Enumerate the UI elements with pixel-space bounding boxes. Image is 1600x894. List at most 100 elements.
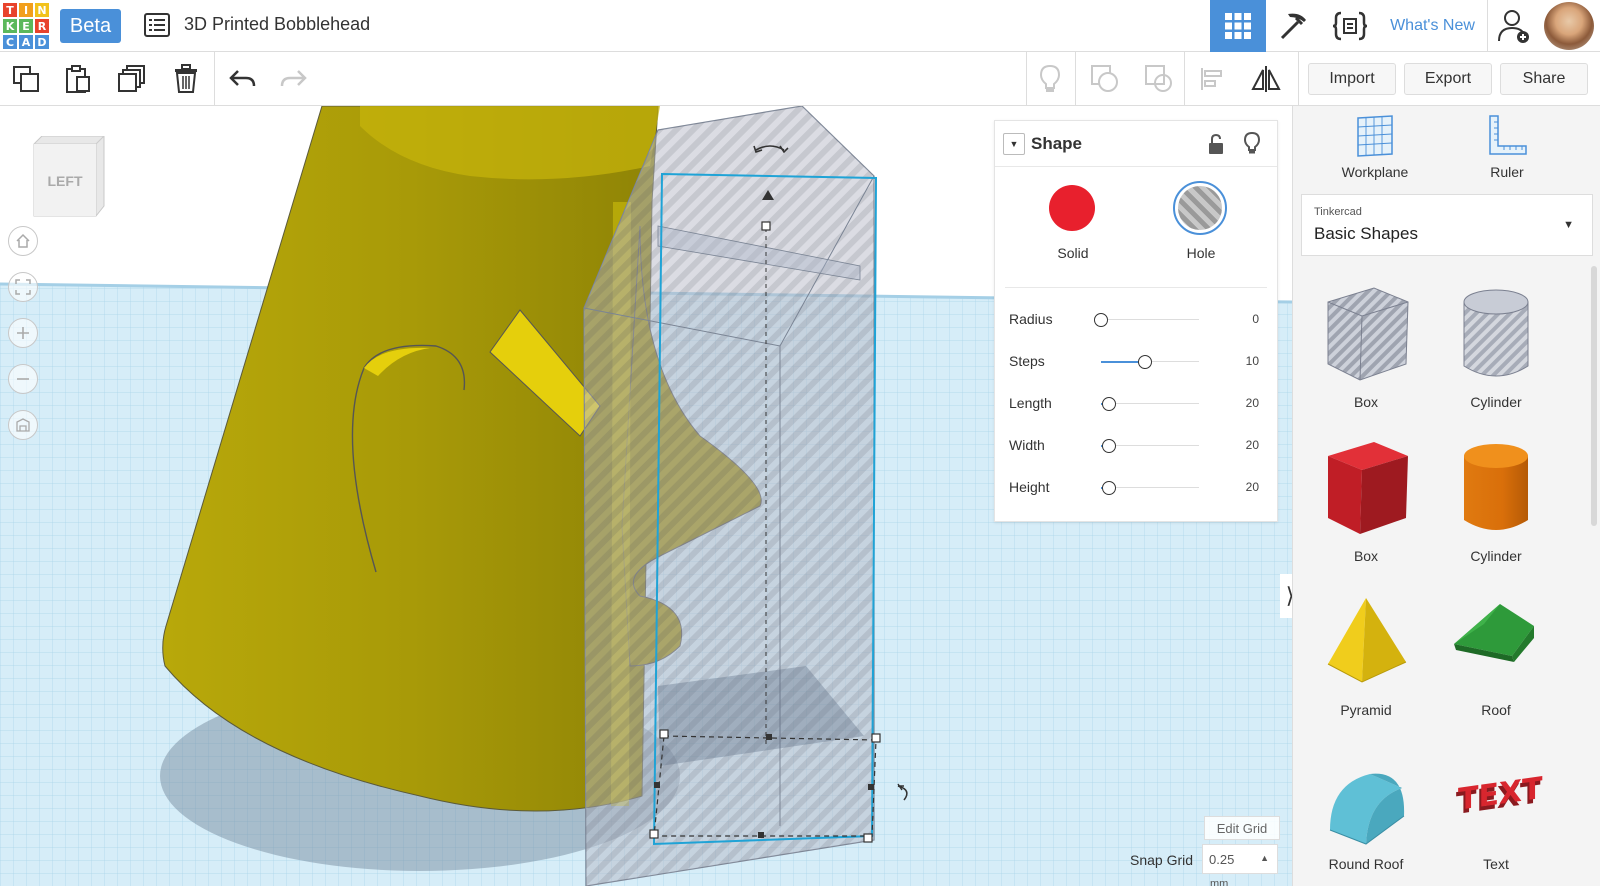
bricks-view-button[interactable] (1266, 0, 1322, 52)
shapes-panel: Workplane Ruler Tinkercad Basic Shapes ▼… (1292, 106, 1600, 886)
category-name: Basic Shapes (1314, 224, 1418, 243)
shape-label: Cylinder (1470, 548, 1522, 564)
corner-handle[interactable] (871, 733, 881, 743)
logo-letter: C (2, 34, 18, 50)
toolbar-divider (1184, 52, 1185, 106)
group-button[interactable] (1088, 62, 1122, 96)
3d-workplane-viewport[interactable]: LEFT ▼ Shape Solid Hole Radius 0 Steps 1… (0, 106, 1292, 886)
inspector-title: Shape (1031, 134, 1083, 153)
shape-label: Roof (1481, 702, 1511, 718)
cylinder-hole-icon (1463, 289, 1529, 377)
shape-tile-roof[interactable]: Roof (1431, 590, 1561, 740)
edit-grid-button[interactable]: Edit Grid (1204, 816, 1280, 840)
copy-icon (13, 66, 39, 92)
codeblocks-view-button[interactable] (1322, 0, 1378, 52)
edge-handle[interactable] (868, 784, 874, 790)
property-slider-knob[interactable] (1094, 313, 1108, 327)
ungroup-button[interactable] (1142, 62, 1176, 96)
edge-handle[interactable] (758, 832, 764, 838)
shape-tile-text[interactable]: TEXT TEXT Text (1431, 744, 1561, 894)
bobblehead-model[interactable] (162, 106, 659, 812)
shape-tile-box-hole[interactable]: Box (1301, 282, 1431, 432)
property-slider-knob[interactable] (1101, 481, 1116, 495)
property-value[interactable]: 20 (1246, 438, 1259, 452)
hole-pattern-icon (1178, 186, 1222, 230)
property-value[interactable]: 20 (1246, 480, 1259, 494)
tinkercad-logo[interactable]: T I N K E R C A D (2, 2, 50, 50)
property-label: Height (1009, 479, 1050, 495)
corner-handle[interactable] (649, 829, 659, 839)
property-label: Length (1009, 395, 1052, 411)
zoom-in-button[interactable] (8, 318, 38, 348)
user-avatar[interactable] (1544, 2, 1594, 50)
solid-label: Solid (1057, 245, 1089, 261)
shape-tile-cylinder[interactable]: Cylinder (1431, 436, 1561, 586)
category-source: Tinkercad (1314, 206, 1362, 218)
property-label: Steps (1009, 353, 1045, 369)
shape-tile-box[interactable]: Box (1301, 436, 1431, 586)
shape-tile-pyramid[interactable]: Pyramid (1301, 590, 1431, 740)
mirror-button[interactable] (1249, 62, 1283, 96)
corner-handle[interactable] (659, 729, 669, 739)
inspector-collapse-button[interactable]: ▼ (1003, 133, 1025, 155)
shape-tile-cylinder-hole[interactable]: Cylinder (1431, 282, 1561, 432)
design-title[interactable]: 3D Printed Bobblehead (184, 14, 370, 35)
design-list-icon[interactable] (144, 13, 170, 37)
undo-button[interactable] (225, 62, 259, 96)
toolbar-divider (1026, 52, 1027, 106)
beta-badge[interactable]: Beta (60, 9, 121, 43)
hide-button[interactable] (1243, 131, 1261, 155)
paste-button[interactable] (61, 62, 95, 96)
whats-new-link[interactable]: What's New (1378, 0, 1488, 52)
copy-button[interactable] (9, 62, 43, 96)
shape-category-select[interactable]: Tinkercad Basic Shapes ▼ (1301, 194, 1593, 256)
property-value[interactable]: 20 (1246, 396, 1259, 410)
group-icon (1091, 65, 1118, 92)
property-value[interactable]: 0 (1252, 312, 1259, 326)
ruler-button[interactable]: Ruler (1447, 114, 1567, 190)
round-roof-icon (1329, 773, 1405, 845)
edge-handle[interactable] (766, 734, 772, 740)
workplane-icon (1357, 115, 1393, 157)
workplane-button[interactable]: Workplane (1315, 114, 1435, 190)
shape-tile-round-roof[interactable]: Round Roof (1301, 744, 1431, 894)
hole-button[interactable] (1173, 181, 1227, 235)
edge-handle[interactable] (654, 782, 660, 788)
corner-handle[interactable] (863, 833, 873, 843)
property-slider-knob[interactable] (1101, 397, 1116, 411)
shape-label: Box (1353, 394, 1379, 410)
ortho-view-button[interactable] (8, 410, 38, 440)
solid-button[interactable] (1049, 185, 1095, 231)
logo-letter: A (18, 34, 34, 50)
zoom-out-button[interactable] (8, 364, 38, 394)
home-view-button[interactable] (8, 226, 38, 256)
shape-label: Text (1483, 856, 1509, 872)
align-button[interactable] (1195, 62, 1229, 96)
3d-design-view-button[interactable] (1210, 0, 1266, 52)
view-cube[interactable]: LEFT (32, 135, 106, 218)
export-button[interactable]: Export (1404, 63, 1492, 95)
invite-user-button[interactable] (1488, 0, 1540, 52)
undo-icon (229, 70, 256, 87)
height-handle[interactable] (761, 221, 771, 231)
property-slider-track[interactable] (1101, 319, 1199, 320)
panel-collapse-handle[interactable]: ⟩ (1280, 574, 1292, 618)
lightbulb-icon (1243, 131, 1261, 154)
share-button[interactable]: Share (1500, 63, 1588, 95)
property-label: Width (1009, 437, 1045, 453)
minus-icon (17, 378, 29, 380)
property-slider-knob[interactable] (1138, 355, 1153, 369)
caret-up-down-icon: ▲ (1260, 853, 1269, 863)
fit-view-button[interactable] (8, 272, 38, 302)
shape-label: Round Roof (1328, 856, 1404, 872)
shapes-scrollbar[interactable] (1591, 266, 1597, 526)
duplicate-button[interactable] (115, 62, 149, 96)
snap-grid-select[interactable]: 0.25 ▲ (1202, 844, 1278, 874)
redo-button[interactable] (277, 62, 311, 96)
import-button[interactable]: Import (1308, 63, 1396, 95)
unlock-button[interactable] (1207, 133, 1225, 155)
property-slider-knob[interactable] (1101, 439, 1116, 453)
property-value[interactable]: 10 (1246, 354, 1259, 368)
notes-button[interactable] (1033, 62, 1067, 96)
delete-button[interactable] (169, 62, 203, 96)
